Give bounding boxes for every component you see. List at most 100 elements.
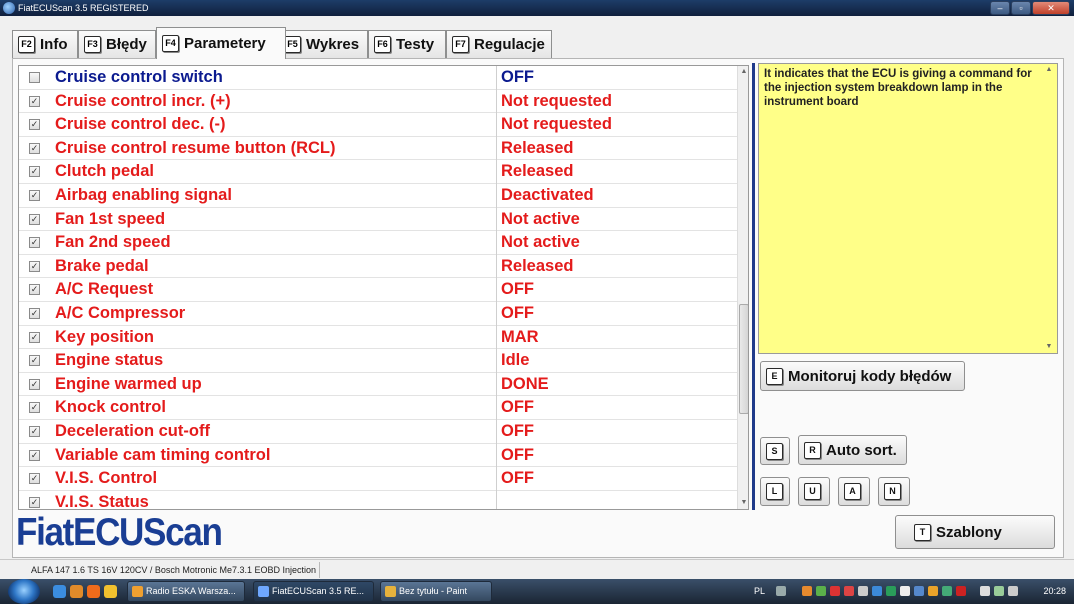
parameter-row[interactable]: ✓ Fan 2nd speed Not active xyxy=(19,231,737,256)
parameter-row[interactable]: ✓ Cruise control resume button (RCL) Relea… xyxy=(19,136,737,161)
scroll-up-icon[interactable]: ▲ xyxy=(738,66,748,78)
parameter-row[interactable]: ✓ A/C Compressor OFF xyxy=(19,302,737,326)
parameter-checkbox[interactable]: ✓ xyxy=(29,473,40,485)
firefox-icon[interactable] xyxy=(87,585,100,598)
parameter-checkbox[interactable]: ✓ xyxy=(29,331,40,343)
tray-icon[interactable] xyxy=(942,586,952,596)
status-bar: ALFA 147 1.6 TS 16V 120CV / Bosch Motron… xyxy=(0,559,1074,579)
parameter-row[interactable]: ✓ Knock control OFF xyxy=(19,396,737,421)
task-radio-eska[interactable]: Radio ESKA Warsza... xyxy=(127,581,245,602)
parameter-row[interactable]: ✓ Cruise control dec. (-) Not requested xyxy=(19,113,737,138)
tray-icon[interactable] xyxy=(816,586,826,596)
parameter-checkbox[interactable]: ✓ xyxy=(29,378,40,390)
folder-icon[interactable] xyxy=(104,585,117,598)
close-button[interactable]: ✕ xyxy=(1032,1,1070,15)
task-label: Radio ESKA Warsza... xyxy=(146,586,236,596)
tab-bledy[interactable]: F3 Błędy xyxy=(78,30,156,58)
key-hint: F2 xyxy=(18,36,35,53)
chrome-icon[interactable] xyxy=(53,585,66,598)
tab-label: Wykres xyxy=(306,36,360,53)
tray-icon[interactable] xyxy=(900,586,910,596)
parameter-row[interactable]: ✓ Fan 1st speed Not active xyxy=(19,207,737,232)
tab-wykres[interactable]: F5 Wykres xyxy=(278,30,368,58)
a-button[interactable]: A xyxy=(838,477,870,506)
monitor-dtc-button[interactable]: E Monitoruj kody błędów xyxy=(760,361,965,391)
parameter-checkbox[interactable]: ✓ xyxy=(29,496,40,508)
tray-icon[interactable] xyxy=(802,586,812,596)
task-paint[interactable]: Bez tytułu - Paint xyxy=(380,581,492,602)
parameter-value: OFF xyxy=(501,68,534,86)
tray-icon[interactable] xyxy=(956,586,966,596)
parameter-row[interactable]: ✓ Engine warmed up DONE xyxy=(19,372,737,397)
parameter-row[interactable]: ✓ A/C Request OFF xyxy=(19,278,737,303)
parameter-row[interactable]: ✓ Cruise control incr. (+) Not requested xyxy=(19,89,737,114)
scroll-down-icon[interactable]: ▼ xyxy=(738,497,748,509)
parameter-list-scrollbar[interactable]: ▲ ▼ xyxy=(737,66,748,509)
parameter-checkbox[interactable]: ✓ xyxy=(29,426,40,437)
parameter-row[interactable]: ✓ Engine status Idle xyxy=(19,349,737,374)
scrollbar-thumb[interactable] xyxy=(739,304,748,414)
scroll-down-icon[interactable]: ▼ xyxy=(1043,341,1055,353)
tray-icon[interactable] xyxy=(830,586,840,596)
parameter-value: OFF xyxy=(501,445,534,464)
parameter-row[interactable]: Cruise control switch OFF xyxy=(19,66,737,90)
start-button[interactable] xyxy=(8,579,40,604)
parameter-checkbox[interactable]: ✓ xyxy=(29,95,40,107)
parameter-checkbox[interactable]: ✓ xyxy=(29,213,40,225)
parameter-row[interactable]: ✓ Clutch pedal Released xyxy=(19,160,737,185)
tab-info[interactable]: F2 Info xyxy=(12,30,78,58)
parameter-row[interactable]: ✓ V.I.S. Control OFF xyxy=(19,467,737,492)
key-hint: F5 xyxy=(284,36,301,53)
tab-parametery[interactable]: F4 Parametery xyxy=(156,27,286,59)
tray-icon[interactable] xyxy=(914,586,924,596)
parameter-row[interactable]: ✓ Airbag enabling signal Deactivated xyxy=(19,184,737,208)
panel-divider[interactable] xyxy=(752,63,755,510)
tray-icon[interactable] xyxy=(872,586,882,596)
parameter-checkbox[interactable] xyxy=(29,72,40,83)
u-button[interactable]: U xyxy=(798,477,830,506)
task-fiatecuscan[interactable]: FiatECUScan 3.5 RE... xyxy=(253,581,374,602)
tray-icon[interactable] xyxy=(844,586,854,596)
parameter-name: Cruise control switch xyxy=(55,68,223,86)
n-button[interactable]: N xyxy=(878,477,910,506)
parameter-name: A/C Compressor xyxy=(55,304,186,322)
parameter-row[interactable]: ✓ Variable cam timing control OFF xyxy=(19,443,737,468)
network-icon[interactable] xyxy=(994,586,1004,596)
keyboard-icon[interactable] xyxy=(776,586,786,596)
description-scrollbar[interactable]: ▲ ▼ xyxy=(1043,64,1057,353)
parameter-row[interactable]: ✓ Deceleration cut-off OFF xyxy=(19,420,737,444)
minimize-button[interactable]: – xyxy=(990,1,1010,15)
parameter-checkbox[interactable]: ✓ xyxy=(29,402,40,414)
tray-icon[interactable] xyxy=(858,586,868,596)
parameter-row[interactable]: ✓ V.I.S. Status xyxy=(19,490,737,509)
battery-icon[interactable] xyxy=(980,586,990,596)
parameter-checkbox[interactable]: ✓ xyxy=(29,284,40,296)
browser-icon xyxy=(132,586,143,597)
s-button[interactable]: S xyxy=(760,437,790,465)
tab-testy[interactable]: F6 Testy xyxy=(368,30,446,58)
parameter-row[interactable]: ✓ Key position MAR xyxy=(19,325,737,350)
tray-icon[interactable] xyxy=(886,586,896,596)
parameter-checkbox[interactable]: ✓ xyxy=(29,166,40,178)
parameter-checkbox[interactable]: ✓ xyxy=(29,237,40,249)
parameter-checkbox[interactable]: ✓ xyxy=(29,308,40,319)
clock[interactable]: 20:28 xyxy=(1043,586,1066,596)
l-button[interactable]: L xyxy=(760,477,790,506)
language-indicator[interactable]: PL xyxy=(754,586,765,596)
parameter-checkbox[interactable]: ✓ xyxy=(29,260,40,272)
parameter-checkbox[interactable]: ✓ xyxy=(29,190,40,201)
auto-sort-button[interactable]: R Auto sort. xyxy=(798,435,907,465)
maximize-button[interactable]: ▫ xyxy=(1011,1,1031,15)
volume-icon[interactable] xyxy=(1008,586,1018,596)
parameter-checkbox[interactable]: ✓ xyxy=(29,355,40,367)
scroll-up-icon[interactable]: ▲ xyxy=(1043,64,1055,76)
tray-icon[interactable] xyxy=(928,586,938,596)
parameter-checkbox[interactable]: ✓ xyxy=(29,449,40,461)
parameter-checkbox[interactable]: ✓ xyxy=(29,142,40,154)
tab-regulacje[interactable]: F7 Regulacje xyxy=(446,30,552,58)
templates-button[interactable]: T Szablony xyxy=(895,515,1055,549)
parameter-list[interactable]: Cruise control switch OFF ✓ Cruise control … xyxy=(18,65,749,510)
media-icon[interactable] xyxy=(70,585,83,598)
parameter-checkbox[interactable]: ✓ xyxy=(29,119,40,131)
parameter-row[interactable]: ✓ Brake pedal Released xyxy=(19,254,737,279)
